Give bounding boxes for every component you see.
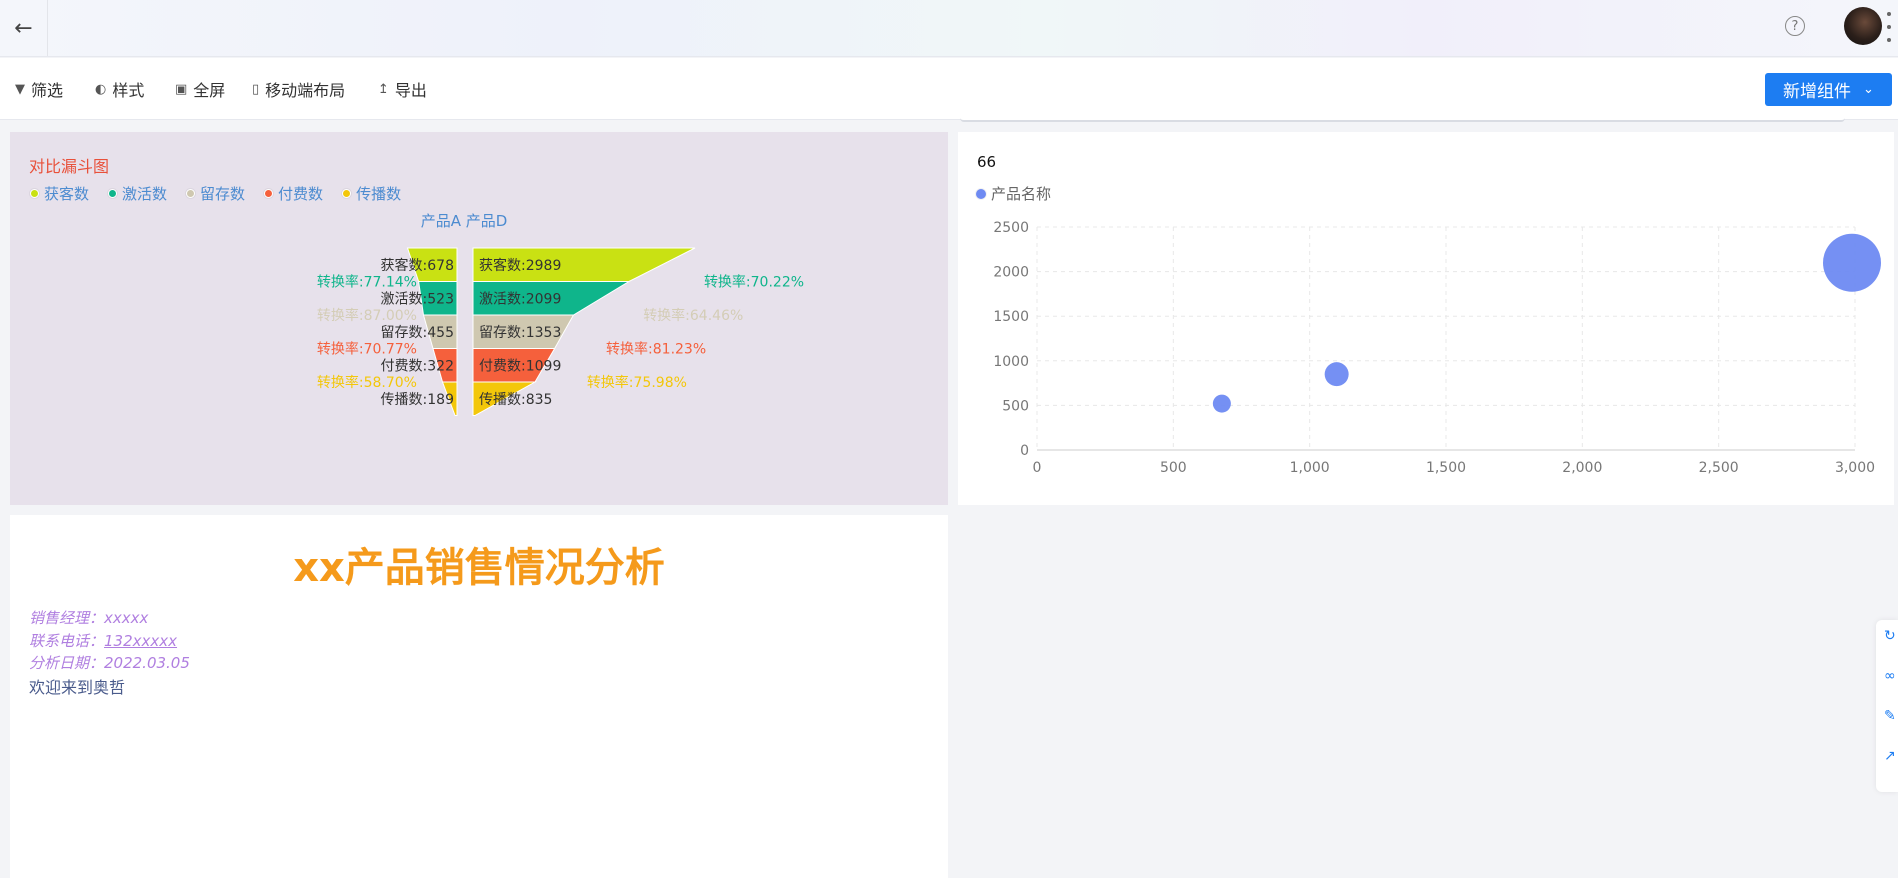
funnel-d-label: 留存数:1353: [479, 325, 561, 341]
y-tick-label: 500: [1002, 398, 1029, 414]
funnel-a-label: 付费数:322: [381, 358, 454, 374]
date-text: 分析日期：2022.03.05: [29, 654, 190, 672]
filter-label: 筛选: [31, 81, 64, 100]
funnel-a-label: 获客数:678: [381, 257, 454, 274]
expand-icon[interactable]: ↗: [1884, 748, 1896, 764]
refresh-icon[interactable]: ↻: [1884, 628, 1896, 644]
export-button[interactable]: ↥ 导出: [378, 79, 427, 100]
edit-icon[interactable]: ✎: [1884, 708, 1896, 724]
chevron-down-icon: ⌄: [1863, 82, 1874, 97]
scatter-point: [1212, 394, 1231, 413]
question-circle-icon[interactable]: ?: [1785, 16, 1805, 36]
upload-icon: ↥: [378, 81, 389, 97]
funnel-d-rate: 转换率:64.46%: [643, 307, 743, 324]
y-tick-label: 1500: [993, 309, 1029, 325]
y-tick-label: 2000: [993, 265, 1029, 281]
style-label: 样式: [112, 81, 145, 100]
funnel-d-label: 激活数:2099: [479, 290, 561, 307]
x-tick-label: 3,000: [1835, 460, 1875, 476]
funnel-a-rate: 转换率:87.00%: [317, 307, 417, 324]
add-component-button[interactable]: 新增组件 ⌄: [1765, 73, 1892, 106]
x-tick-label: 1,000: [1290, 460, 1330, 476]
y-tick-label: 1000: [993, 354, 1029, 370]
manager-text: 销售经理：xxxxx: [29, 609, 149, 627]
funnel-a-label: 留存数:455: [381, 325, 454, 341]
filter-icon: ▼: [15, 81, 25, 97]
back-button[interactable]: ←: [0, 0, 48, 56]
funnel-chart-panel[interactable]: 对比漏斗图 获客数 激活数 留存数 付费数 传播数 产品A 产品D 获客数:67…: [10, 132, 948, 505]
arrow-left-icon: ←: [14, 15, 33, 41]
funnel-d-rate: 转换率:75.98%: [587, 374, 687, 391]
fullscreen-label: 全屏: [193, 81, 226, 100]
x-tick-label: 500: [1160, 460, 1187, 476]
fullscreen-button[interactable]: ▣ 全屏: [175, 79, 226, 100]
top-bar: ← ?: [0, 0, 1898, 57]
mobile-layout-button[interactable]: ▯ 移动端布局: [252, 79, 346, 100]
x-tick-label: 2,500: [1699, 460, 1739, 476]
phone-label: 联系电话：: [29, 632, 105, 650]
phone-text: 联系电话：132xxxxx: [29, 630, 177, 651]
toolbar: ▼ 筛选 ◐ 样式 ▣ 全屏 ▯ 移动端布局 ↥ 导出 新增组件 ⌄: [0, 58, 1898, 120]
collapsed-widget-edge: [960, 112, 1845, 122]
scatter-point: [1324, 362, 1349, 387]
funnel-a-label: 传播数:189: [381, 392, 454, 408]
funnel-d-rate: 转换率:70.22%: [704, 274, 804, 291]
filter-button[interactable]: ▼ 筛选: [15, 79, 64, 100]
style-button[interactable]: ◐ 样式: [95, 79, 145, 100]
funnel-a-rate: 转换率:58.70%: [317, 374, 417, 391]
avatar[interactable]: [1844, 7, 1882, 45]
funnel-chart: 产品A 产品D 获客数:678 获客数:2989 转换率:77.14% 转换率:70.…: [317, 212, 804, 416]
y-tick-label: 2500: [993, 220, 1029, 236]
funnel-a-rate: 转换率:77.14%: [317, 274, 417, 291]
text-panel[interactable]: xx产品销售情况分析 销售经理：xxxxx 联系电话：132xxxxx 分析日期…: [10, 515, 948, 878]
x-tick-label: 1,500: [1426, 460, 1466, 476]
funnel-a-rate: 转换率:70.77%: [317, 341, 417, 358]
y-tick-label: 0: [1020, 443, 1029, 459]
funnel-d-label: 获客数:2989: [479, 257, 561, 274]
add-component-label: 新增组件: [1783, 82, 1852, 102]
funnel-d-label: 传播数:835: [479, 392, 552, 408]
fullscreen-icon: ▣: [175, 81, 188, 97]
x-tick-label: 2,000: [1562, 460, 1602, 476]
funnel-d-rate: 转换率:81.23%: [606, 341, 706, 358]
phone-link[interactable]: 132xxxxx: [104, 632, 177, 650]
scatter-point: [1823, 233, 1882, 292]
welcome-text: 欢迎来到奥哲: [29, 678, 126, 697]
mobile-layout-label: 移动端布局: [265, 81, 346, 100]
mobile-icon: ▯: [252, 81, 260, 97]
scatter-chart-panel[interactable]: 66 产品名称 0 500 1,000 1,500 2,000 2,500 3,000 0 50…: [958, 132, 1894, 505]
more-vertical-icon[interactable]: [1886, 12, 1892, 42]
funnel-subtitle: 产品A 产品D: [421, 212, 508, 230]
side-tool-strip: ↻ ∞ ✎ ↗: [1876, 620, 1898, 792]
link-icon[interactable]: ∞: [1884, 668, 1896, 684]
report-heading: xx产品销售情况分析: [293, 545, 665, 591]
funnel-a-label: 激活数:523: [381, 290, 454, 307]
x-tick-label: 0: [1033, 460, 1042, 476]
scatter-chart: 0 500 1,000 1,500 2,000 2,500 3,000 0 500 1000 150…: [993, 220, 1882, 476]
palette-icon: ◐: [95, 81, 107, 97]
funnel-d-label: 付费数:1099: [479, 358, 561, 374]
export-label: 导出: [394, 81, 427, 100]
